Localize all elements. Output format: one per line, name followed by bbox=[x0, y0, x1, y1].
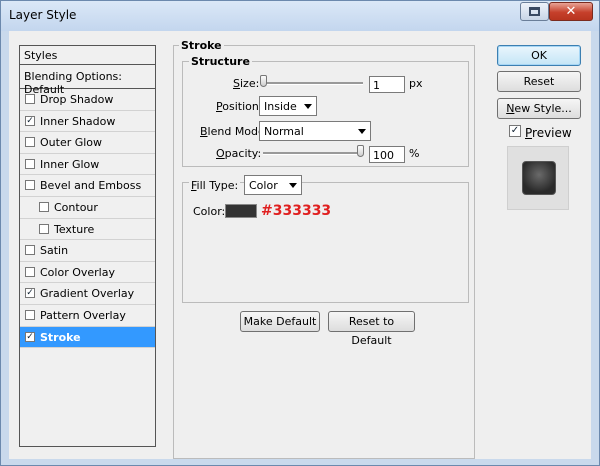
restore-icon bbox=[529, 7, 540, 16]
new-style-button[interactable]: New Style... bbox=[497, 98, 581, 119]
style-item-label: Outer Glow bbox=[40, 136, 103, 150]
style-item-stroke[interactable]: ✓ Stroke bbox=[20, 326, 155, 349]
size-input[interactable]: 1 bbox=[369, 76, 405, 93]
style-item-pattern-overlay[interactable]: Pattern Overlay bbox=[20, 305, 155, 327]
chevron-down-icon bbox=[358, 129, 366, 134]
preview-thumbnail bbox=[507, 146, 569, 210]
style-item-label: Stroke bbox=[40, 330, 81, 344]
layer-style-dialog: Layer Style ✕ Styles Blending Options: D… bbox=[0, 0, 600, 466]
blend-mode-value: Normal bbox=[264, 125, 304, 138]
preview-swatch bbox=[522, 161, 556, 195]
window-title: Layer Style bbox=[9, 8, 77, 22]
style-item-inner-glow[interactable]: Inner Glow bbox=[20, 154, 155, 176]
stroke-group-title: Stroke bbox=[179, 39, 224, 52]
position-value: Inside bbox=[264, 100, 297, 113]
style-checkbox[interactable]: ✓ bbox=[25, 288, 35, 299]
fill-type-select[interactable]: Color bbox=[244, 175, 302, 195]
style-item-label: Inner Shadow bbox=[40, 114, 116, 128]
style-item-label: Gradient Overlay bbox=[40, 287, 135, 301]
style-item-satin[interactable]: Satin bbox=[20, 240, 155, 262]
color-label: Color: bbox=[193, 205, 226, 218]
style-item-label: Satin bbox=[40, 244, 69, 258]
make-default-button[interactable]: Make Default bbox=[240, 311, 320, 332]
style-checkbox[interactable] bbox=[25, 309, 35, 320]
style-item-label: Contour bbox=[54, 200, 98, 214]
preview-checkbox[interactable]: ✓ bbox=[509, 125, 521, 137]
close-button[interactable]: ✕ bbox=[549, 2, 593, 21]
style-checkbox[interactable] bbox=[39, 223, 49, 234]
reset-button[interactable]: Reset bbox=[497, 71, 581, 92]
dialog-client-area: Styles Blending Options: Default Drop Sh… bbox=[9, 31, 591, 459]
chevron-down-icon bbox=[289, 183, 297, 188]
style-item-texture[interactable]: Texture bbox=[20, 219, 155, 241]
style-item-label: Pattern Overlay bbox=[40, 308, 126, 322]
ok-button[interactable]: OK bbox=[497, 45, 581, 66]
styles-list: Styles Blending Options: Default Drop Sh… bbox=[19, 45, 156, 447]
style-checkbox[interactable] bbox=[25, 266, 35, 277]
structure-group: Structure Size: 1 px Position: Inside Bl… bbox=[182, 55, 469, 167]
position-select[interactable]: Inside bbox=[259, 96, 317, 116]
opacity-slider-track[interactable] bbox=[263, 152, 363, 155]
size-slider-thumb[interactable] bbox=[260, 75, 267, 87]
position-label: Position: bbox=[216, 100, 263, 113]
fill-type-group: Fill Type: Color Color: #333333 bbox=[182, 175, 469, 303]
opacity-input[interactable]: 100 bbox=[369, 146, 405, 163]
style-item-gradient-overlay[interactable]: ✓ Gradient Overlay bbox=[20, 283, 155, 305]
close-icon: ✕ bbox=[565, 4, 577, 19]
style-checkbox[interactable] bbox=[25, 137, 35, 148]
size-unit: px bbox=[409, 77, 423, 90]
opacity-slider-thumb[interactable] bbox=[357, 145, 364, 157]
size-label: Size: bbox=[233, 77, 260, 90]
style-item-label: Bevel and Emboss bbox=[40, 179, 142, 193]
opacity-unit: % bbox=[409, 147, 420, 160]
style-checkbox[interactable] bbox=[25, 158, 35, 169]
style-item-label: Texture bbox=[54, 222, 95, 236]
style-item-contour[interactable]: Contour bbox=[20, 197, 155, 219]
style-item-label: Color Overlay bbox=[40, 265, 115, 279]
style-item-drop-shadow[interactable]: Drop Shadow bbox=[20, 89, 155, 111]
blending-options-item[interactable]: Blending Options: Default bbox=[20, 65, 155, 96]
structure-group-title: Structure bbox=[189, 55, 252, 68]
style-checkbox[interactable]: ✓ bbox=[25, 331, 35, 342]
fill-type-value: Color bbox=[249, 179, 278, 192]
style-checkbox[interactable] bbox=[25, 94, 35, 104]
title-bar: Layer Style ✕ bbox=[1, 1, 599, 31]
stroke-panel: Stroke Structure Size: 1 px Position: In… bbox=[173, 39, 475, 459]
chevron-down-icon bbox=[304, 104, 312, 109]
blend-mode-select[interactable]: Normal bbox=[259, 121, 371, 141]
preview-label: Preview bbox=[525, 126, 572, 140]
style-item-label: Inner Glow bbox=[40, 157, 100, 171]
style-items: Drop Shadow ✓ Inner Shadow Outer Glow Inner … bbox=[20, 89, 155, 349]
color-hex-annotation: #333333 bbox=[261, 203, 332, 219]
style-item-color-overlay[interactable]: Color Overlay bbox=[20, 262, 155, 284]
styles-header[interactable]: Styles bbox=[20, 46, 155, 65]
color-swatch[interactable] bbox=[225, 204, 257, 218]
style-item-label: Drop Shadow bbox=[40, 93, 114, 106]
restore-button[interactable] bbox=[520, 2, 549, 21]
fill-type-label: Fill Type: bbox=[189, 179, 241, 192]
style-checkbox[interactable] bbox=[25, 180, 35, 191]
style-item-outer-glow[interactable]: Outer Glow bbox=[20, 132, 155, 154]
opacity-label: Opacity: bbox=[216, 147, 262, 160]
style-checkbox[interactable] bbox=[25, 245, 35, 256]
size-slider-track[interactable] bbox=[263, 82, 363, 85]
style-item-inner-shadow[interactable]: ✓ Inner Shadow bbox=[20, 111, 155, 133]
style-checkbox[interactable] bbox=[39, 201, 49, 212]
style-item-bevel-and-emboss[interactable]: Bevel and Emboss bbox=[20, 175, 155, 197]
reset-to-default-button[interactable]: Reset to Default bbox=[328, 311, 415, 347]
style-checkbox[interactable]: ✓ bbox=[25, 115, 35, 126]
